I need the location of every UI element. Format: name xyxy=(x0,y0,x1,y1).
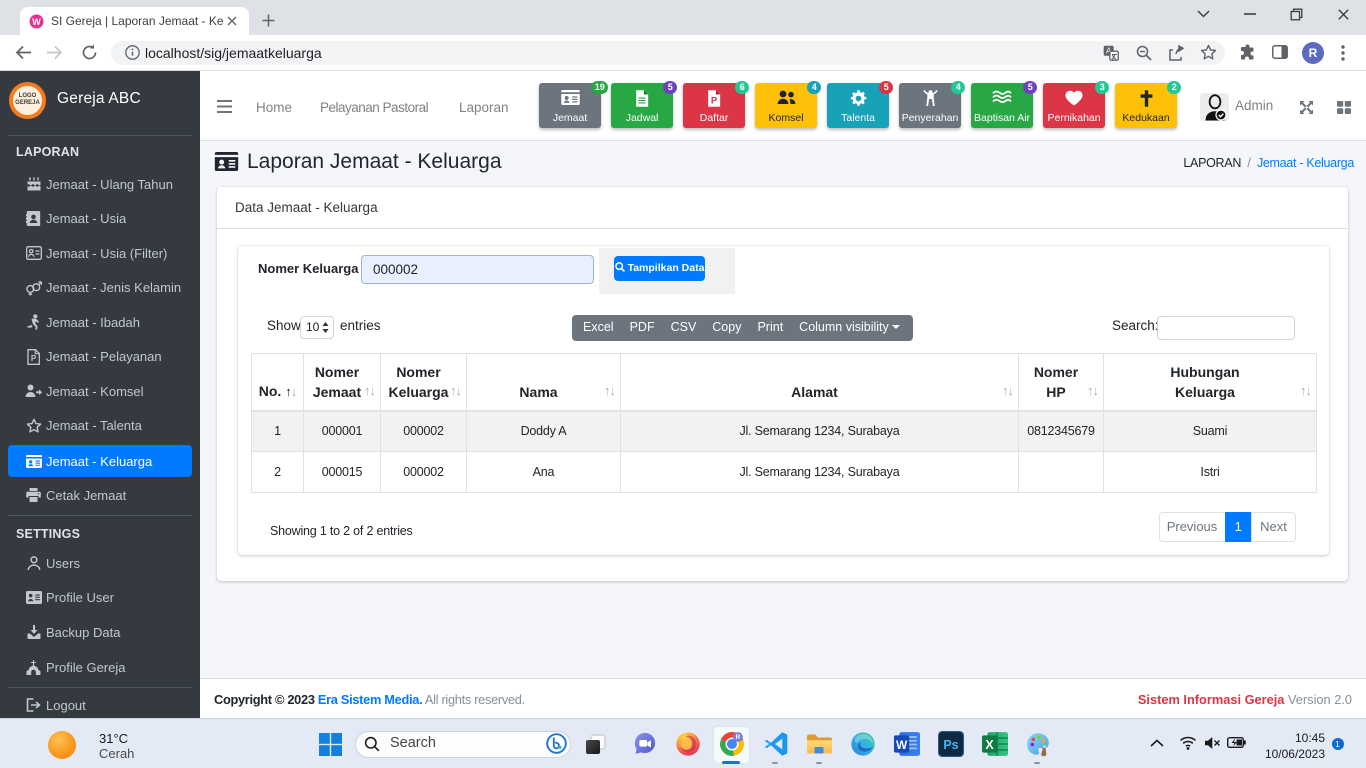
svg-text:W: W xyxy=(896,738,908,752)
svg-text:W: W xyxy=(32,16,41,26)
svg-text:P: P xyxy=(711,95,718,106)
svg-text:X: X xyxy=(985,738,994,752)
svg-text:P: P xyxy=(31,354,37,363)
svg-text:R: R xyxy=(735,734,740,741)
svg-text:Ps: Ps xyxy=(943,738,958,752)
